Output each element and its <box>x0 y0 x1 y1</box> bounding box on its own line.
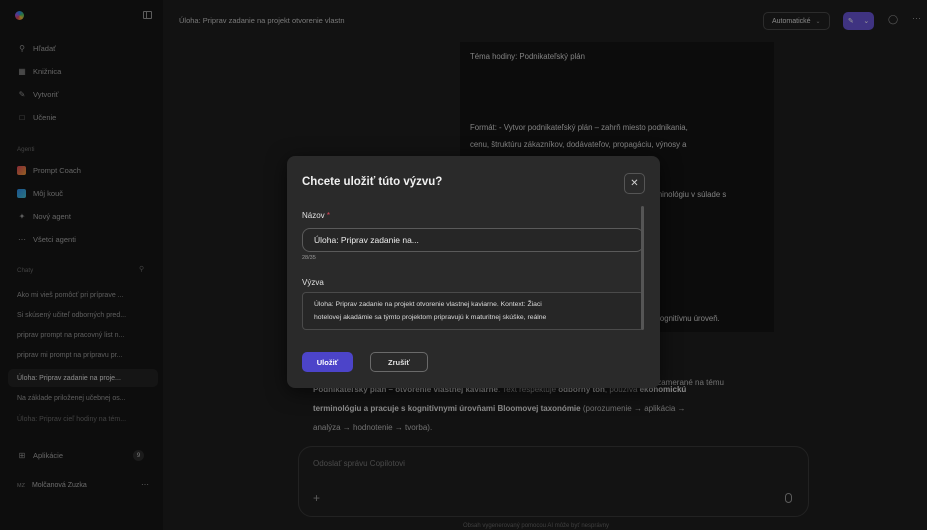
close-icon[interactable]: ✕ <box>624 173 645 194</box>
save-prompt-dialog: Chcete uložiť túto výzvu? ✕ Názov * Úloh… <box>287 156 660 388</box>
save-button[interactable]: Uložiť <box>302 352 353 372</box>
name-input[interactable]: Úloha: Priprav zadanie na... <box>302 228 644 252</box>
name-field-label: Názov * <box>302 211 330 220</box>
dialog-scrollbar[interactable] <box>641 206 644 330</box>
required-marker: * <box>326 211 331 220</box>
dialog-title: Chcete uložiť túto výzvu? <box>302 176 443 188</box>
prompt-textarea[interactable]: Úloha: Priprav zadanie na projekt otvore… <box>302 292 644 330</box>
cancel-button[interactable]: Zrušiť <box>370 352 428 372</box>
name-label-text: Názov <box>302 211 325 220</box>
prompt-text-line: hotelovej akadámie sa týmto projektom pr… <box>314 314 547 321</box>
prompt-field-label: Výzva <box>302 278 324 287</box>
copilot-app: ⚲ Hľadať ▦ Knižnica ✎ Vytvoriť □ Učenie … <box>0 0 927 530</box>
prompt-text-line: Úloha: Priprav zadanie na projekt otvore… <box>314 301 542 308</box>
character-counter: 28/35 <box>302 255 316 261</box>
